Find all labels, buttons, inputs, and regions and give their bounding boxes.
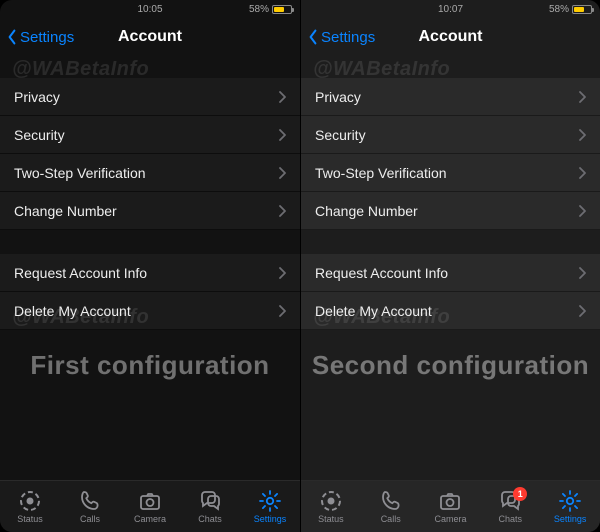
tab-label: Settings [240, 514, 300, 524]
phone-right: 10:07 58% Settings Account @WABetaInfo @… [300, 0, 600, 532]
chevron-right-icon [578, 129, 586, 141]
phone-left: 10:05 58% Settings Account @WABetaInfo @… [0, 0, 300, 532]
row-two-step[interactable]: Two-Step Verification [0, 154, 300, 192]
camera-icon [120, 489, 180, 513]
back-label: Settings [321, 29, 375, 46]
row-label: Delete My Account [14, 303, 131, 319]
phone-icon [361, 489, 421, 513]
tab-label: Camera [120, 514, 180, 524]
chevron-right-icon [278, 167, 286, 179]
tab-bar: Status Calls Camera Chats Settings [0, 480, 300, 532]
camera-icon [421, 489, 481, 513]
row-delete-account[interactable]: Delete My Account [0, 292, 300, 330]
chevron-right-icon [578, 91, 586, 103]
tab-label: Camera [421, 514, 481, 524]
tab-settings[interactable]: Settings [540, 489, 600, 524]
gear-icon [240, 489, 300, 513]
chevron-right-icon [578, 305, 586, 317]
comparison-stage: 10:05 58% Settings Account @WABetaInfo @… [0, 0, 600, 532]
tab-settings[interactable]: Settings [240, 489, 300, 524]
chevron-right-icon [578, 267, 586, 279]
tab-calls[interactable]: Calls [361, 489, 421, 524]
battery-icon [572, 5, 592, 14]
status-time: 10:05 [0, 4, 300, 15]
chevron-right-icon [278, 91, 286, 103]
chevron-right-icon [578, 167, 586, 179]
row-label: Privacy [14, 89, 60, 105]
row-request-info[interactable]: Request Account Info [301, 254, 600, 292]
row-label: Two-Step Verification [315, 165, 447, 181]
back-label: Settings [20, 29, 74, 46]
chevron-left-icon [6, 29, 18, 45]
tab-label: Settings [540, 514, 600, 524]
row-label: Security [315, 127, 366, 143]
tab-chats[interactable]: Chats [180, 489, 240, 524]
row-label: Delete My Account [315, 303, 432, 319]
tab-label: Chats [480, 514, 540, 524]
settings-group-1: Privacy Security Two-Step Verification C… [0, 78, 300, 230]
overlay-caption: Second configuration [301, 350, 600, 381]
phone-icon [60, 489, 120, 513]
row-label: Security [14, 127, 65, 143]
row-security[interactable]: Security [0, 116, 300, 154]
chevron-right-icon [278, 267, 286, 279]
tab-label: Calls [361, 514, 421, 524]
tab-label: Chats [180, 514, 240, 524]
nav-bar: Settings Account [301, 18, 600, 56]
settings-group-2: Request Account Info Delete My Account [0, 254, 300, 330]
nav-bar: Settings Account [0, 18, 300, 56]
tab-label: Status [301, 514, 361, 524]
overlay-caption: First configuration [0, 350, 300, 381]
status-bar: 10:05 58% [0, 0, 300, 18]
tab-status[interactable]: Status [301, 489, 361, 524]
row-label: Change Number [14, 203, 117, 219]
status-icon [301, 489, 361, 513]
row-label: Request Account Info [315, 265, 448, 281]
tab-bar: Status Calls Camera 1 Chats Settings [301, 480, 600, 532]
status-icon [0, 489, 60, 513]
chats-icon [480, 489, 540, 513]
settings-group-2: Request Account Info Delete My Account [301, 254, 600, 330]
tab-label: Calls [60, 514, 120, 524]
row-label: Two-Step Verification [14, 165, 146, 181]
row-change-number[interactable]: Change Number [0, 192, 300, 230]
tab-label: Status [0, 514, 60, 524]
row-privacy[interactable]: Privacy [301, 78, 600, 116]
status-time: 10:07 [301, 4, 600, 15]
tab-status[interactable]: Status [0, 489, 60, 524]
tab-chats[interactable]: 1 Chats [480, 489, 540, 524]
chevron-left-icon [307, 29, 319, 45]
gear-icon [540, 489, 600, 513]
chevron-right-icon [278, 129, 286, 141]
back-button[interactable]: Settings [307, 29, 375, 46]
tab-camera[interactable]: Camera [421, 489, 481, 524]
status-bar: 10:07 58% [301, 0, 600, 18]
row-label: Change Number [315, 203, 418, 219]
row-change-number[interactable]: Change Number [301, 192, 600, 230]
chats-icon [180, 489, 240, 513]
row-privacy[interactable]: Privacy [0, 78, 300, 116]
chevron-right-icon [278, 305, 286, 317]
row-security[interactable]: Security [301, 116, 600, 154]
row-label: Privacy [315, 89, 361, 105]
back-button[interactable]: Settings [6, 29, 74, 46]
tab-camera[interactable]: Camera [120, 489, 180, 524]
chevron-right-icon [578, 205, 586, 217]
row-two-step[interactable]: Two-Step Verification [301, 154, 600, 192]
battery-icon [272, 5, 292, 14]
row-delete-account[interactable]: Delete My Account [301, 292, 600, 330]
row-label: Request Account Info [14, 265, 147, 281]
row-request-info[interactable]: Request Account Info [0, 254, 300, 292]
tab-calls[interactable]: Calls [60, 489, 120, 524]
settings-group-1: Privacy Security Two-Step Verification C… [301, 78, 600, 230]
chevron-right-icon [278, 205, 286, 217]
